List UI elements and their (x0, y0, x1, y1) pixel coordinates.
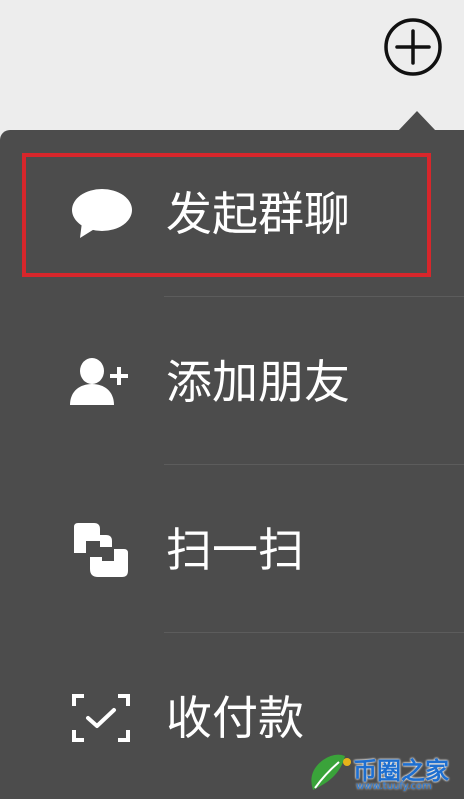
watermark-subtext: www.tuufy.com (356, 781, 432, 792)
menu-pointer (398, 111, 436, 131)
menu-item-label: 发起群聊 (166, 187, 350, 241)
scan-icon (66, 515, 136, 585)
screen: 发起群聊 添加朋友 扫一扫 收付款 币圈之家 www.tuufy.com (0, 0, 464, 799)
menu-divider (164, 296, 464, 297)
chat-bubble-icon (66, 179, 136, 249)
popup-menu: 发起群聊 添加朋友 扫一扫 收付款 (0, 130, 464, 799)
menu-item-label: 添加朋友 (166, 355, 350, 409)
add-plus-button[interactable] (383, 17, 443, 77)
menu-item-add-friend[interactable]: 添加朋友 (0, 298, 464, 466)
watermark-text: 币圈之家 (353, 757, 449, 785)
payment-scan-icon (66, 683, 136, 753)
menu-item-scan[interactable]: 扫一扫 (0, 466, 464, 634)
plus-circle-icon (384, 18, 442, 76)
add-friend-icon (66, 347, 136, 417)
menu-divider (164, 632, 464, 633)
menu-divider (164, 464, 464, 465)
menu-item-label: 收付款 (166, 691, 304, 745)
leaf-logo-icon (311, 754, 351, 790)
menu-item-start-group-chat[interactable]: 发起群聊 (0, 130, 464, 298)
menu-item-label: 扫一扫 (166, 523, 304, 577)
